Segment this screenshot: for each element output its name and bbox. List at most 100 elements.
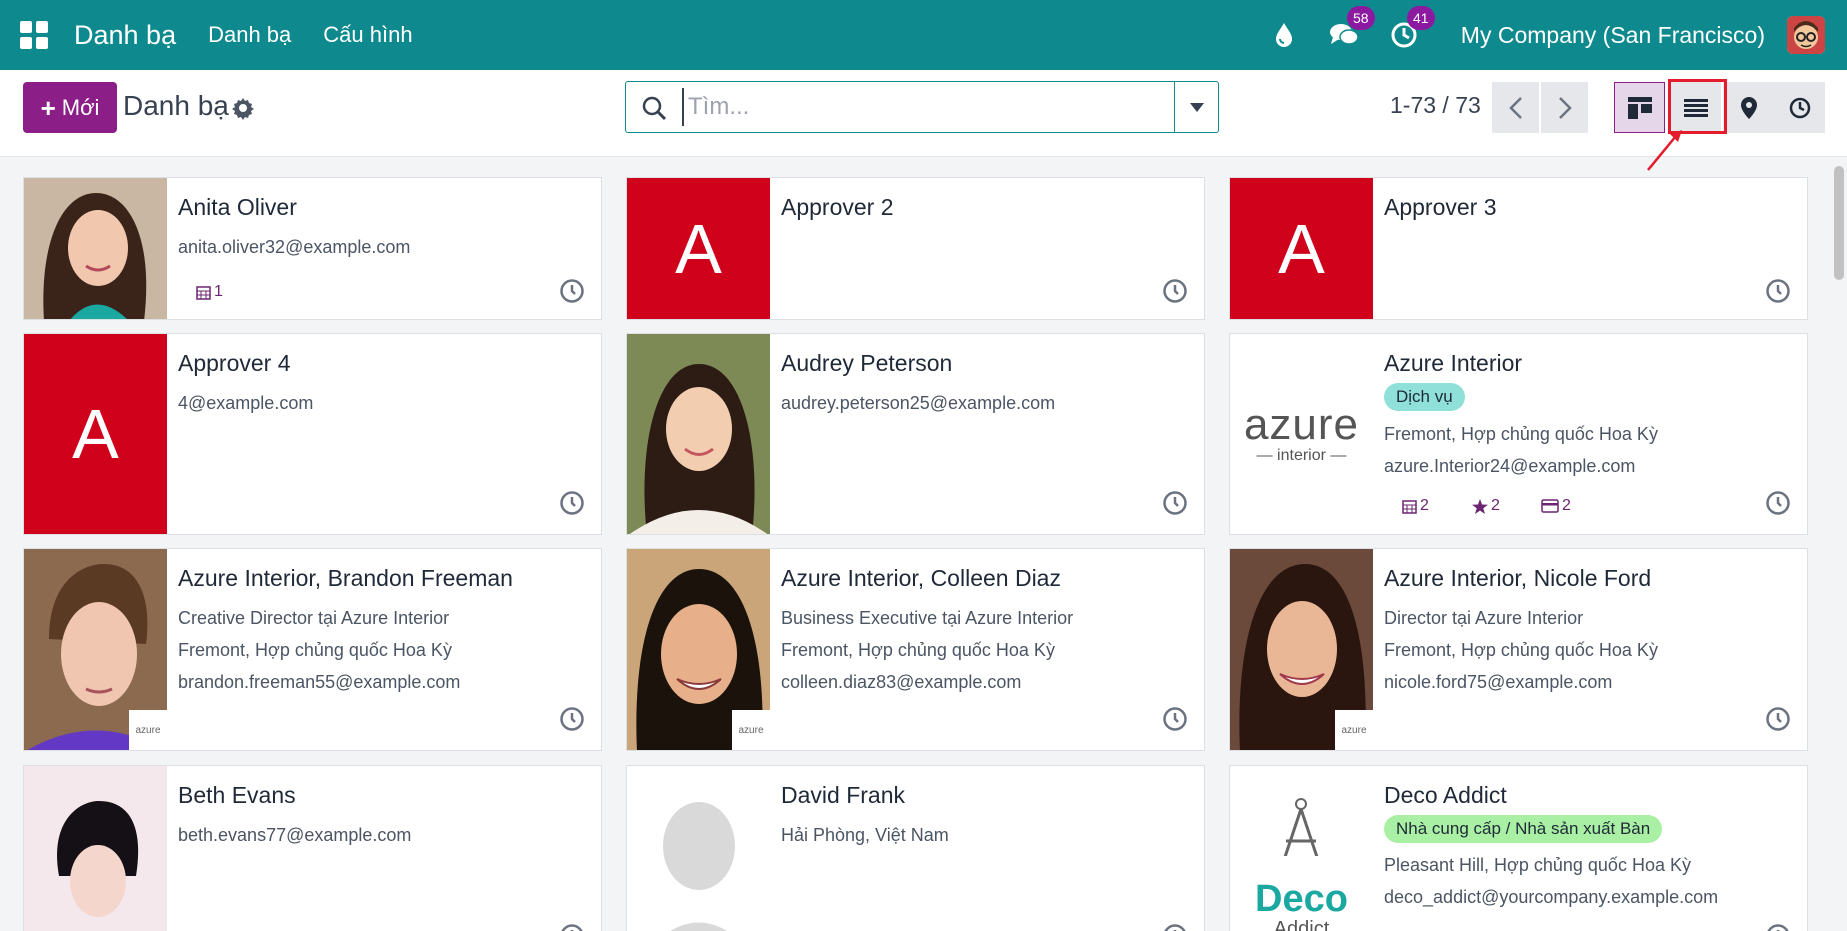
contact-name: Approver 3 [1384, 194, 1497, 220]
company-logo: azure — interior — [1230, 334, 1373, 534]
contact-name: Azure Interior, Colleen Diaz [781, 565, 1061, 591]
contact-card[interactable]: A Approver 4 4@example.com [23, 333, 602, 535]
invoices-counter[interactable]: 2 [1541, 497, 1571, 515]
app-brand[interactable]: Danh bạ [74, 20, 176, 51]
activity-clock-icon[interactable] [559, 278, 585, 304]
activity-clock-icon[interactable] [1162, 923, 1188, 931]
contact-email: colleen.diaz83@example.com [781, 672, 1022, 692]
company-logo: Deco Addict [1230, 766, 1373, 931]
map-pin-icon [1740, 96, 1757, 119]
company-thumbnail: azure [129, 710, 167, 750]
activity-clock-icon[interactable] [1765, 490, 1791, 516]
contact-email: nicole.ford75@example.com [1384, 672, 1613, 692]
contact-name: Approver 2 [781, 194, 894, 220]
view-kanban-button[interactable] [1614, 82, 1665, 133]
gear-icon[interactable] [231, 96, 255, 120]
navbar-systray: 58 41 My Company (San Francisco) [1269, 0, 1825, 70]
contact-job: Business Executive tại Azure Interior [781, 608, 1074, 628]
view-activity-button[interactable] [1774, 82, 1825, 133]
contact-location: Fremont, Hợp chủng quốc Hoa Kỳ [1384, 424, 1658, 444]
contact-photo: azure [24, 549, 167, 750]
contact-letter-avatar: A [24, 334, 167, 534]
plus-icon: + [40, 92, 56, 123]
contact-name: Azure Interior, Nicole Ford [1384, 565, 1652, 591]
top-navbar: Danh bạ Danh bạ Cấu hình 58 41 My Compan… [0, 0, 1847, 70]
clock-icon [1789, 97, 1810, 118]
contact-name: Deco Addict [1384, 782, 1507, 808]
control-panel: + Mới Danh bạ 1-73 / 73 [0, 70, 1847, 157]
calendar-icon [1402, 499, 1417, 514]
opportunities-counter[interactable]: 2 [1472, 497, 1500, 515]
contact-card[interactable]: A Approver 3 [1229, 177, 1808, 320]
star-icon [1472, 498, 1488, 514]
contact-tag: Nhà cung cấp / Nhà sản xuất Bàn [1384, 815, 1663, 843]
activity-clock-icon[interactable]: 41 [1389, 6, 1435, 50]
meetings-counter[interactable]: 1 [196, 283, 223, 301]
activity-clock-icon[interactable] [1162, 706, 1188, 732]
chevron-left-icon [1508, 96, 1522, 119]
contact-card[interactable]: Anita Oliver anita.oliver32@example.com … [23, 177, 602, 320]
search-options-toggle[interactable] [1174, 82, 1218, 132]
contact-job: Creative Director tại Azure Interior [178, 608, 450, 628]
credit-card-icon [1541, 499, 1559, 513]
activity-clock-icon[interactable] [559, 706, 585, 732]
contact-location: Fremont, Hợp chủng quốc Hoa Kỳ [781, 640, 1055, 660]
pager-value[interactable]: 1-73 / 73 [1390, 92, 1481, 119]
contact-letter-avatar: A [1230, 178, 1373, 319]
activity-clock-icon[interactable] [559, 490, 585, 516]
contact-name: Beth Evans [178, 782, 296, 808]
search-input[interactable] [682, 88, 1137, 126]
contact-card[interactable]: azure — interior — Azure Interior Dịch v… [1229, 333, 1808, 535]
messages-badge: 58 [1346, 6, 1375, 30]
chat-icon[interactable]: 58 [1329, 6, 1375, 50]
contact-card[interactable]: A Approver 2 [626, 177, 1205, 320]
contact-tag: Dịch vụ [1384, 383, 1465, 411]
contact-email: brandon.freeman55@example.com [178, 672, 461, 692]
contact-location: Pleasant Hill, Hợp chủng quốc Hoa Kỳ [1384, 855, 1691, 875]
user-avatar[interactable] [1787, 16, 1825, 54]
view-list-button[interactable] [1670, 82, 1721, 133]
contact-card[interactable]: azure Azure Interior, Nicole Ford Direct… [1229, 548, 1808, 751]
contact-location: Hải Phòng, Việt Nam [781, 825, 949, 845]
droplet-icon[interactable] [1269, 20, 1299, 50]
contact-card[interactable]: Beth Evans beth.evans77@example.com [23, 765, 602, 931]
pager-next-button[interactable] [1541, 82, 1588, 133]
pager-previous-button[interactable] [1492, 82, 1539, 133]
activity-clock-icon[interactable] [559, 923, 585, 931]
new-button-label: Mới [61, 94, 100, 120]
contact-card[interactable]: Audrey Peterson audrey.peterson25@exampl… [626, 333, 1205, 535]
contact-card[interactable]: azure Azure Interior, Brandon Freeman Cr… [23, 548, 602, 751]
activity-clock-icon[interactable] [1765, 278, 1791, 304]
contact-email: azure.Interior24@example.com [1384, 456, 1636, 476]
activity-clock-icon[interactable] [1162, 278, 1188, 304]
contact-card[interactable]: Deco Addict Deco Addict Nhà cung cấp / N… [1229, 765, 1808, 931]
contact-name: Anita Oliver [178, 194, 297, 220]
contact-name: Audrey Peterson [781, 350, 953, 376]
meetings-counter[interactable]: 2 [1402, 497, 1429, 515]
apps-menu-icon[interactable] [20, 21, 48, 49]
contact-email: audrey.peterson25@example.com [781, 393, 1056, 413]
activity-clock-icon[interactable] [1162, 490, 1188, 516]
vertical-scrollbar[interactable] [1834, 166, 1844, 280]
menu-contacts[interactable]: Danh bạ [208, 22, 291, 48]
contact-photo [627, 334, 770, 534]
chevron-right-icon [1558, 96, 1572, 119]
company-switcher[interactable]: My Company (San Francisco) [1461, 22, 1765, 49]
kanban-icon [1627, 96, 1652, 119]
activity-clock-icon[interactable] [1765, 706, 1791, 732]
contact-photo: azure [627, 549, 770, 750]
contact-name: Azure Interior, Brandon Freeman [178, 565, 513, 591]
caret-down-icon [1189, 102, 1204, 112]
kanban-view: Anita Oliver anita.oliver32@example.com … [0, 158, 1847, 931]
company-thumbnail: azure [1335, 710, 1373, 750]
contact-card[interactable]: azure Azure Interior, Colleen Diaz Busin… [626, 548, 1205, 751]
contact-email: beth.evans77@example.com [178, 825, 412, 845]
view-map-button[interactable] [1723, 82, 1774, 133]
activity-clock-icon[interactable] [1765, 923, 1791, 931]
contact-card[interactable]: David Frank Hải Phòng, Việt Nam [626, 765, 1205, 931]
contact-photo [24, 766, 167, 931]
contact-location: Fremont, Hợp chủng quốc Hoa Kỳ [178, 640, 452, 660]
new-button[interactable]: + Mới [23, 82, 117, 133]
contact-email: deco_addict@yourcompany.example.com [1384, 887, 1719, 907]
menu-configuration[interactable]: Cấu hình [323, 22, 412, 48]
